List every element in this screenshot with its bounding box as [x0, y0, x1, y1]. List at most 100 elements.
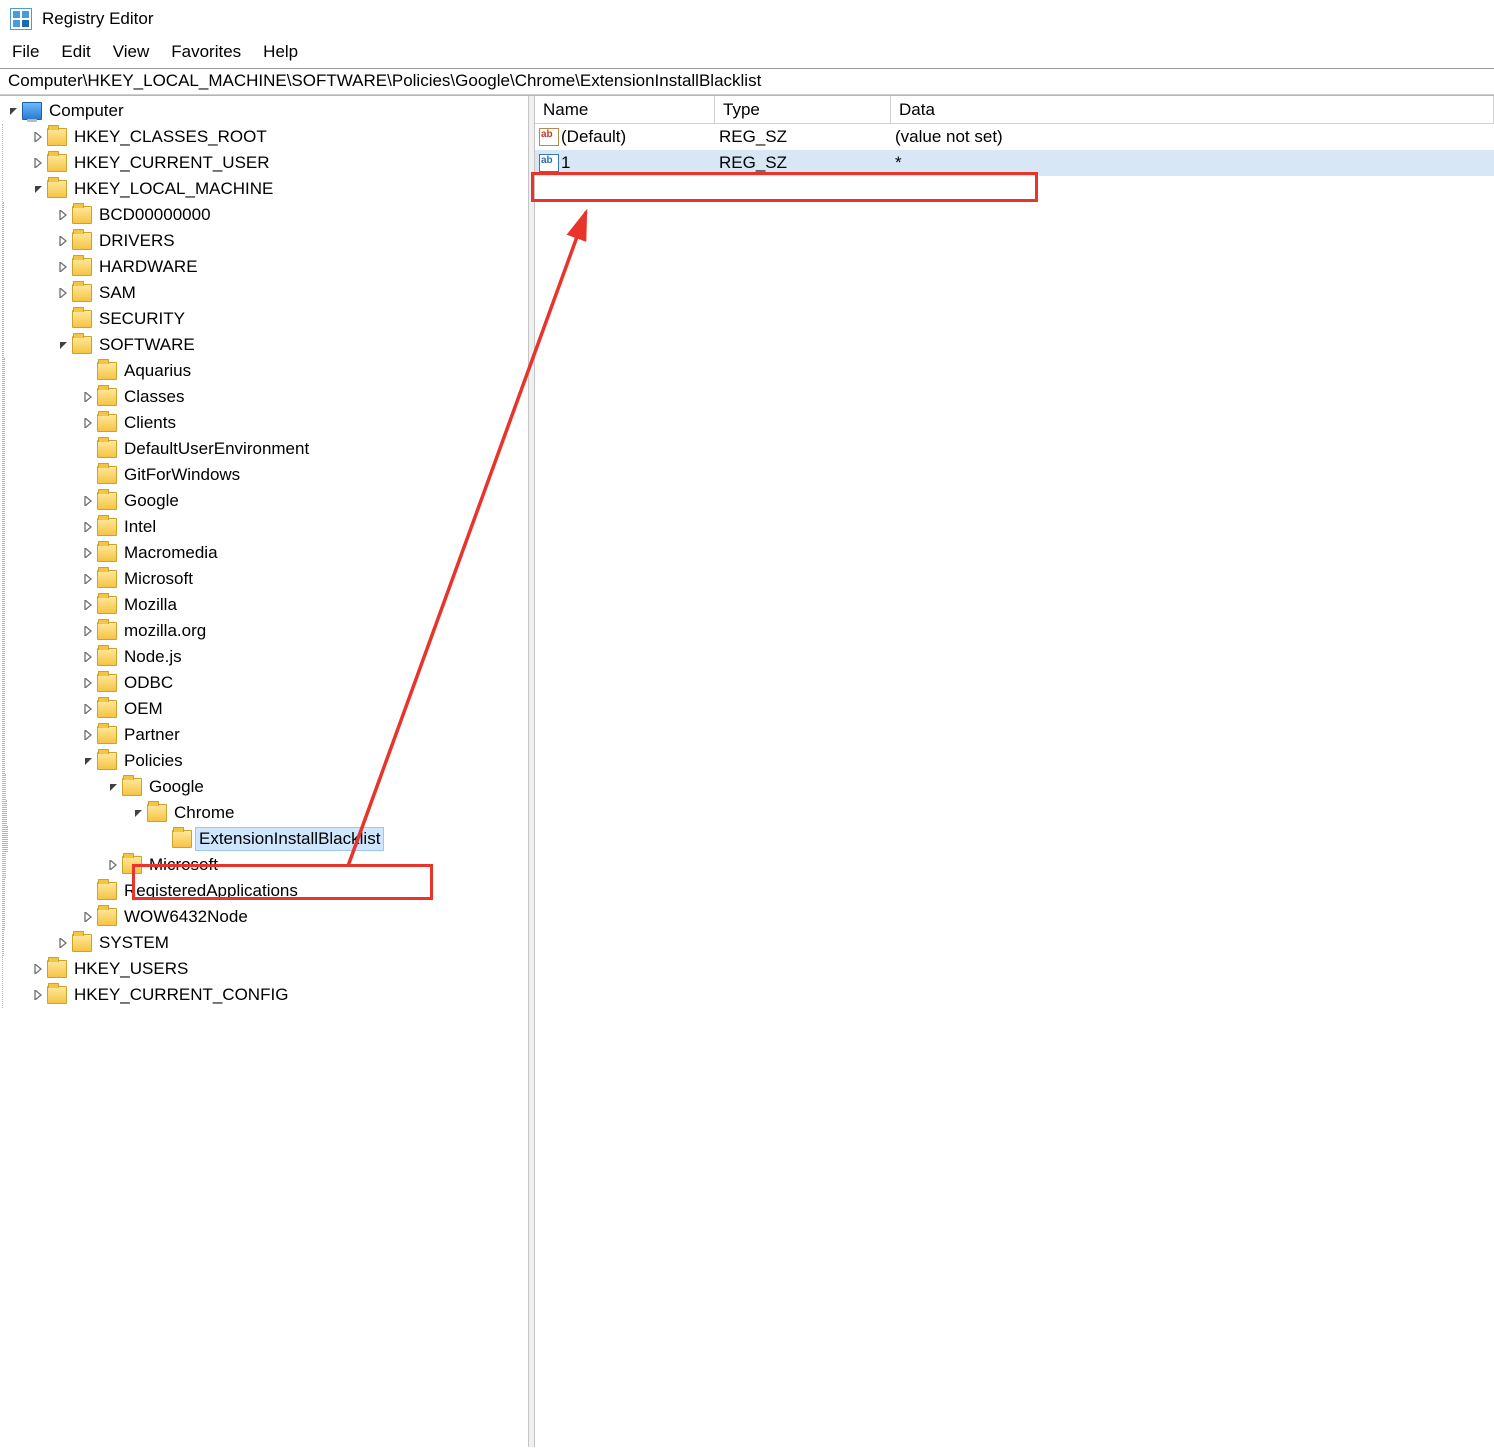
- tree-node[interactable]: WOW6432Node: [5, 904, 528, 930]
- tree-node-label[interactable]: Google: [121, 490, 182, 512]
- tree-node[interactable]: Mozilla: [5, 592, 528, 618]
- tree-node[interactable]: SOFTWARE: [4, 332, 528, 358]
- tree-node-label[interactable]: Node.js: [121, 646, 185, 668]
- expander-closed-icon[interactable]: [81, 598, 95, 612]
- tree-node[interactable]: Node.js: [5, 644, 528, 670]
- menu-help[interactable]: Help: [263, 42, 298, 62]
- tree-node-label[interactable]: BCD00000000: [96, 204, 214, 226]
- tree-node-label[interactable]: mozilla.org: [121, 620, 209, 642]
- tree-node[interactable]: Intel: [5, 514, 528, 540]
- menu-edit[interactable]: Edit: [61, 42, 90, 62]
- expander-closed-icon[interactable]: [81, 546, 95, 560]
- pane-splitter[interactable]: [528, 96, 535, 1447]
- expander-closed-icon[interactable]: [81, 728, 95, 742]
- tree-node-label[interactable]: DefaultUserEnvironment: [121, 438, 312, 460]
- tree-node-label[interactable]: Classes: [121, 386, 187, 408]
- tree-node[interactable]: HKEY_USERS: [3, 956, 528, 982]
- expander-closed-icon[interactable]: [81, 624, 95, 638]
- address-bar[interactable]: Computer\HKEY_LOCAL_MACHINE\SOFTWARE\Pol…: [0, 68, 1494, 95]
- tree-node[interactable]: HARDWARE: [4, 254, 528, 280]
- expander-closed-icon[interactable]: [56, 260, 70, 274]
- expander-closed-icon[interactable]: [81, 390, 95, 404]
- expander-open-icon[interactable]: [56, 338, 70, 352]
- tree-node[interactable]: Microsoft: [6, 852, 528, 878]
- menu-file[interactable]: File: [12, 42, 39, 62]
- tree-node[interactable]: OEM: [5, 696, 528, 722]
- tree-node-label[interactable]: Policies: [121, 750, 186, 772]
- expander-open-icon[interactable]: [131, 806, 145, 820]
- tree-node-label[interactable]: Computer: [46, 100, 127, 122]
- expander-open-icon[interactable]: [106, 780, 120, 794]
- tree-node[interactable]: Microsoft: [5, 566, 528, 592]
- expander-open-icon[interactable]: [31, 182, 45, 196]
- tree-node[interactable]: DRIVERS: [4, 228, 528, 254]
- tree-node-label[interactable]: SAM: [96, 282, 139, 304]
- expander-closed-icon[interactable]: [81, 702, 95, 716]
- menu-view[interactable]: View: [113, 42, 150, 62]
- tree-node-label[interactable]: Partner: [121, 724, 183, 746]
- expander-closed-icon[interactable]: [56, 936, 70, 950]
- expander-closed-icon[interactable]: [31, 156, 45, 170]
- tree-node[interactable]: ODBC: [5, 670, 528, 696]
- tree-node[interactable]: HKEY_CURRENT_USER: [3, 150, 528, 176]
- expander-closed-icon[interactable]: [56, 208, 70, 222]
- tree-node-label[interactable]: Mozilla: [121, 594, 180, 616]
- expander-closed-icon[interactable]: [56, 234, 70, 248]
- tree-node-label[interactable]: HKEY_CURRENT_USER: [71, 152, 273, 174]
- tree-node[interactable]: Google: [6, 774, 528, 800]
- values-pane[interactable]: Name Type Data (Default)REG_SZ(value not…: [535, 96, 1494, 1447]
- tree-node[interactable]: Aquarius: [5, 358, 528, 384]
- tree-node-label[interactable]: ExtensionInstallBlacklist: [196, 828, 383, 850]
- menu-favorites[interactable]: Favorites: [171, 42, 241, 62]
- column-type[interactable]: Type: [715, 96, 891, 123]
- tree-node-label[interactable]: Aquarius: [121, 360, 194, 382]
- tree-node-label[interactable]: Microsoft: [121, 568, 196, 590]
- tree-node-label[interactable]: Clients: [121, 412, 179, 434]
- expander-open-icon[interactable]: [81, 754, 95, 768]
- tree-node-label[interactable]: OEM: [121, 698, 166, 720]
- tree-node-label[interactable]: Microsoft: [146, 854, 221, 876]
- expander-closed-icon[interactable]: [81, 910, 95, 924]
- tree-node-label[interactable]: HKEY_CLASSES_ROOT: [71, 126, 270, 148]
- tree-node[interactable]: Google: [5, 488, 528, 514]
- tree-node-label[interactable]: HARDWARE: [96, 256, 201, 278]
- value-row[interactable]: 1REG_SZ*: [535, 150, 1494, 176]
- tree-node[interactable]: RegisteredApplications: [5, 878, 528, 904]
- tree-node[interactable]: HKEY_LOCAL_MACHINE: [3, 176, 528, 202]
- tree-node-label[interactable]: HKEY_USERS: [71, 958, 191, 980]
- expander-closed-icon[interactable]: [31, 962, 45, 976]
- tree-pane[interactable]: Computer HKEY_CLASSES_ROOT HKEY_CURRENT_US…: [0, 96, 528, 1447]
- tree-node[interactable]: Computer: [2, 98, 528, 124]
- expander-closed-icon[interactable]: [106, 858, 120, 872]
- expander-closed-icon[interactable]: [81, 650, 95, 664]
- tree-node-label[interactable]: WOW6432Node: [121, 906, 251, 928]
- tree-node-label[interactable]: Google: [146, 776, 207, 798]
- tree-node-label[interactable]: HKEY_CURRENT_CONFIG: [71, 984, 291, 1006]
- tree-node[interactable]: Classes: [5, 384, 528, 410]
- tree-node-label[interactable]: RegisteredApplications: [121, 880, 301, 902]
- tree-node[interactable]: Policies: [5, 748, 528, 774]
- tree-node-label[interactable]: HKEY_LOCAL_MACHINE: [71, 178, 276, 200]
- tree-node[interactable]: SAM: [4, 280, 528, 306]
- expander-closed-icon[interactable]: [56, 286, 70, 300]
- tree-node[interactable]: GitForWindows: [5, 462, 528, 488]
- tree-node-label[interactable]: SYSTEM: [96, 932, 172, 954]
- expander-closed-icon[interactable]: [31, 988, 45, 1002]
- value-row[interactable]: (Default)REG_SZ(value not set): [535, 124, 1494, 150]
- expander-closed-icon[interactable]: [81, 416, 95, 430]
- tree-node-label[interactable]: GitForWindows: [121, 464, 243, 486]
- column-data[interactable]: Data: [891, 96, 1494, 123]
- tree-node[interactable]: Partner: [5, 722, 528, 748]
- expander-closed-icon[interactable]: [31, 130, 45, 144]
- tree-node[interactable]: Chrome: [7, 800, 528, 826]
- tree-node[interactable]: mozilla.org: [5, 618, 528, 644]
- tree-node-label[interactable]: DRIVERS: [96, 230, 178, 252]
- tree-node-label[interactable]: ODBC: [121, 672, 176, 694]
- tree-node-label[interactable]: SECURITY: [96, 308, 188, 330]
- tree-node[interactable]: HKEY_CLASSES_ROOT: [3, 124, 528, 150]
- expander-closed-icon[interactable]: [81, 572, 95, 586]
- tree-node-label[interactable]: SOFTWARE: [96, 334, 198, 356]
- tree-node[interactable]: DefaultUserEnvironment: [5, 436, 528, 462]
- tree-node[interactable]: SYSTEM: [4, 930, 528, 956]
- tree-node-label[interactable]: Chrome: [171, 802, 237, 824]
